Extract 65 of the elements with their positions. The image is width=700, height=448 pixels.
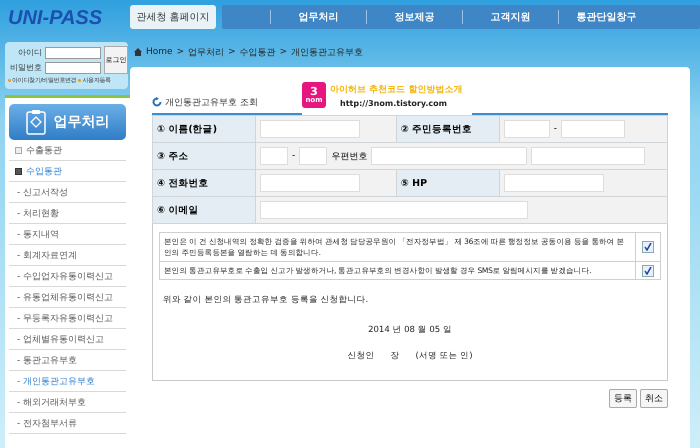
home-button[interactable]: 관세청 홈페이지	[130, 5, 216, 29]
breadcrumb-separator: >	[228, 47, 236, 57]
nav-item[interactable]: 정보제공	[366, 10, 462, 24]
form-button[interactable]: 등록	[609, 389, 637, 408]
sidebar-item[interactable]: - 통관고유부호	[9, 350, 126, 371]
signature-text: (서명 또는 인)	[415, 350, 473, 362]
input-field[interactable]	[260, 147, 288, 165]
sidebar-item[interactable]: - 개인통관고유부호	[9, 371, 126, 392]
date-text: 2014 년 08 월 05 일	[367, 324, 453, 336]
sidebar-item[interactable]: - 무등록자유통이력신고	[9, 308, 126, 329]
input-field[interactable]	[260, 201, 528, 219]
sidebar-item[interactable]: - 업체별유통이력신고	[9, 329, 126, 350]
sidebar-item[interactable]: - 통지내역	[9, 224, 126, 245]
sidebar-item[interactable]: - 처리현황	[9, 203, 126, 224]
breadcrumb-separator: >	[280, 47, 288, 57]
sidebar-item[interactable]: - 신고서작성	[9, 182, 126, 203]
refresh-icon	[152, 97, 162, 107]
nav-item[interactable]: 업무처리	[270, 10, 366, 24]
password-label: 비밀번호	[9, 62, 42, 73]
input-field[interactable]	[504, 174, 604, 192]
field-label: 우편번호	[331, 150, 368, 162]
breadcrumb-link[interactable]: 개인통관고유부호	[291, 46, 364, 58]
sidebar-item[interactable]: 수출통관	[9, 140, 126, 161]
sidebar-item[interactable]: - 유통업체유통이력신고	[9, 287, 126, 308]
clipboard-icon	[26, 109, 46, 135]
input-field[interactable]	[260, 120, 360, 138]
input-field[interactable]	[504, 120, 550, 138]
sidebar-item[interactable]: - 전자첨부서류	[9, 413, 126, 434]
home-icon	[134, 48, 142, 56]
form-button[interactable]: 취소	[640, 389, 668, 408]
form-title: 개인통관고유부호 조회	[165, 96, 258, 108]
breadcrumb-link[interactable]: 업무처리	[188, 46, 224, 58]
id-label: 아이디	[17, 47, 42, 58]
statement-text: 위와 같이 본인의 통관고유부호 등록을 신청합니다.	[163, 294, 370, 306]
consent-checkbox[interactable]	[642, 241, 654, 253]
sidebar-item[interactable]: - 해외거래처부호	[9, 392, 126, 413]
nav-item[interactable]: 고객지원	[462, 10, 558, 24]
field-label: ① 이름(한글)	[152, 116, 256, 142]
sidebar-item[interactable]: - 회계자료연계	[9, 245, 126, 266]
input-field[interactable]	[561, 120, 626, 138]
sidebar-item[interactable]: - 수입업자유통이력신고	[9, 266, 126, 287]
sidebar-item[interactable]: 수입통관	[9, 161, 126, 182]
nav-item[interactable]: 통관단일창구	[558, 10, 654, 24]
password-field[interactable]	[45, 62, 101, 74]
input-field[interactable]	[531, 147, 646, 165]
breadcrumb-separator: >	[176, 47, 184, 57]
ad-headline: 아이허브 추천코드 할인방법소개	[330, 84, 462, 96]
input-field[interactable]	[371, 147, 528, 165]
breadcrumb-link[interactable]: 수입통관	[240, 46, 276, 58]
field-label: ④ 전화번호	[152, 170, 256, 196]
dash-text: -	[554, 124, 558, 134]
input-field[interactable]	[299, 147, 328, 165]
signature-text: 장	[390, 350, 400, 362]
field-label: ③ 주소	[152, 142, 256, 170]
breadcrumb-link[interactable]: Home	[146, 47, 173, 57]
field-label: ② 주민등록번호	[396, 116, 500, 142]
signature-text: 신청인	[347, 350, 374, 362]
id-field[interactable]	[45, 46, 101, 58]
ad-url: http://3nom.tistory.com	[339, 98, 448, 108]
sidebar-title: 업무처리	[9, 104, 126, 140]
field-label: ⑥ 이메일	[152, 196, 256, 224]
consent-checkbox[interactable]	[642, 264, 654, 276]
dash-text: -	[292, 151, 296, 161]
field-label: ⑤ HP	[396, 170, 500, 196]
input-field[interactable]	[260, 174, 360, 192]
